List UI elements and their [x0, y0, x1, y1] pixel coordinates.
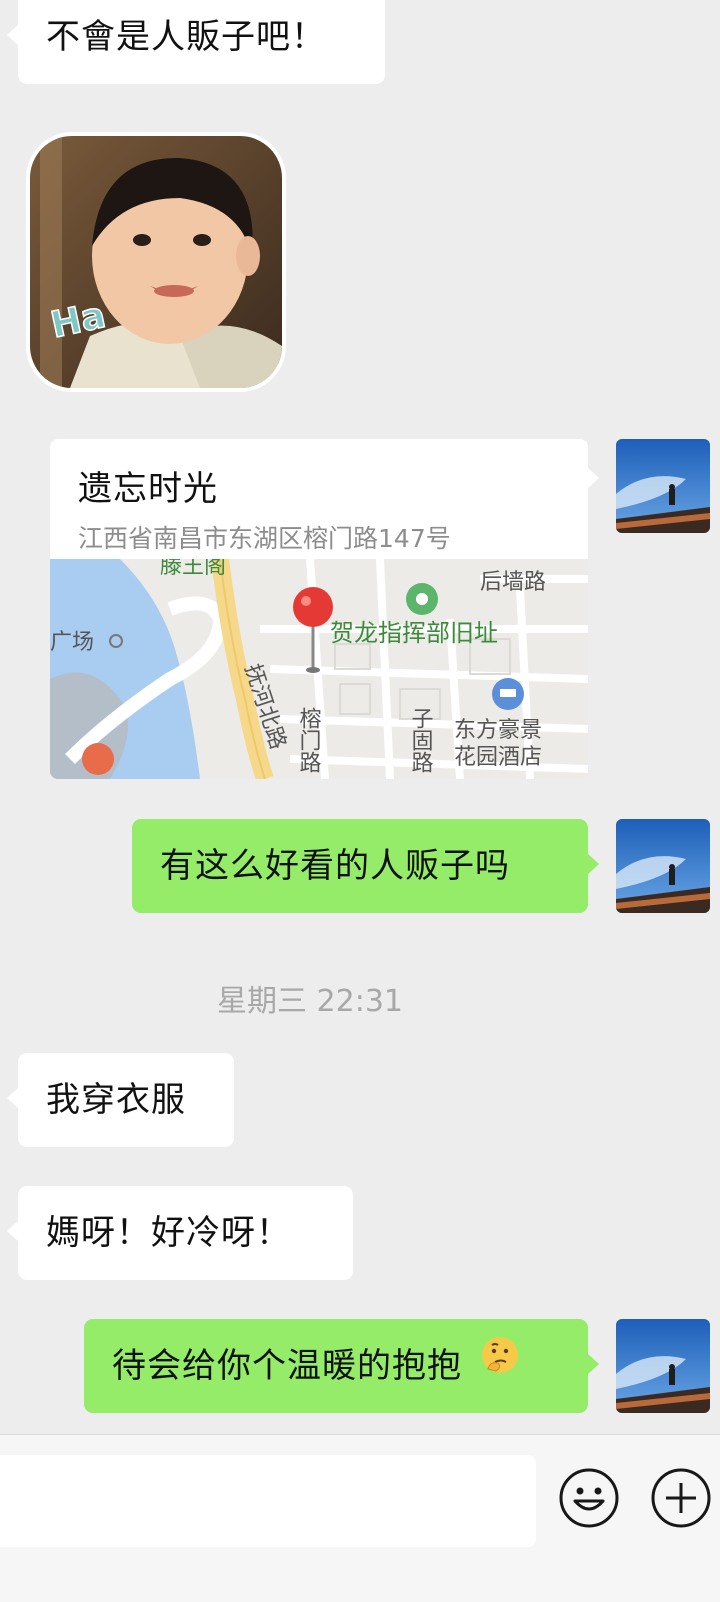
avatar-image: [616, 1319, 710, 1413]
avatar-image: [616, 819, 710, 913]
message-text: 有这么好看的人贩子吗: [160, 846, 510, 886]
more-options-button[interactable]: [650, 1467, 712, 1529]
avatar-image: [616, 439, 710, 533]
emoji-icon: [559, 1468, 619, 1528]
map-label: 花园酒店: [454, 745, 542, 770]
message-text: 媽呀！好冷呀！: [46, 1213, 291, 1253]
message-text: 不會是人販子吧！: [46, 17, 326, 57]
avatar[interactable]: [616, 439, 710, 533]
bubble-tail: [587, 853, 599, 875]
location-map[interactable]: 滕王阁 后墙路 广场 贺龙指挥部旧址 抚河北路 榕门路 子固路 东方豪景 花园酒…: [50, 559, 588, 779]
avatar[interactable]: [616, 819, 710, 913]
sticker-image: Ha: [30, 136, 282, 388]
thinking-emoji-icon: [480, 1317, 520, 1411]
map-label: 后墙路: [480, 570, 546, 595]
emoji-button[interactable]: [558, 1467, 620, 1529]
outgoing-message-bubble[interactable]: 待会给你个温暖的抱抱: [84, 1317, 599, 1413]
plus-icon: [651, 1468, 711, 1528]
bubble-tail: [7, 24, 19, 46]
map-label: 东方豪景: [454, 718, 542, 743]
bubble-tail: [7, 1087, 19, 1109]
map-label: 榕门路: [296, 707, 322, 773]
outgoing-message-bubble[interactable]: 有这么好看的人贩子吗: [132, 819, 599, 913]
map-label: 子固路: [408, 707, 434, 773]
incoming-message-bubble[interactable]: 我穿衣服: [7, 1053, 234, 1147]
location-address: 江西省南昌市东湖区榕门路147号: [78, 524, 451, 553]
avatar[interactable]: [616, 1319, 710, 1413]
input-bar: [0, 1434, 720, 1602]
map-label: 贺龙指挥部旧址: [330, 619, 498, 647]
bubble-tail: [587, 1353, 599, 1375]
bubble-tail: [7, 1220, 19, 1242]
timestamp-divider: 星期三 22:31: [217, 984, 403, 1019]
map-label: 滕王阁: [160, 559, 226, 579]
incoming-message-bubble[interactable]: 不會是人販子吧！: [7, 0, 385, 84]
message-text: 我穿衣服: [46, 1080, 186, 1120]
sticker-message[interactable]: Ha: [30, 136, 282, 388]
incoming-message-bubble[interactable]: 媽呀！好冷呀！: [7, 1186, 353, 1280]
location-message-card[interactable]: 遗忘时光 江西省南昌市东湖区榕门路147号 滕王阁 后墙路 广场 贺龙指挥部旧址…: [50, 439, 599, 779]
map-label: 广场: [50, 630, 94, 655]
bubble-tail: [587, 467, 599, 489]
chat-messages[interactable]: 不會是人販子吧！ Ha 遗忘时光 江西省南昌市东湖区榕门路147号 滕王阁 后墙…: [0, 0, 720, 1434]
message-input[interactable]: [0, 1455, 536, 1547]
location-title: 遗忘时光: [78, 469, 218, 509]
map-image: 滕王阁 后墙路 广场 贺龙指挥部旧址 抚河北路 榕门路 子固路 东方豪景 花园酒…: [50, 559, 588, 779]
message-text: 待会给你个温暖的抱抱: [112, 1346, 462, 1386]
